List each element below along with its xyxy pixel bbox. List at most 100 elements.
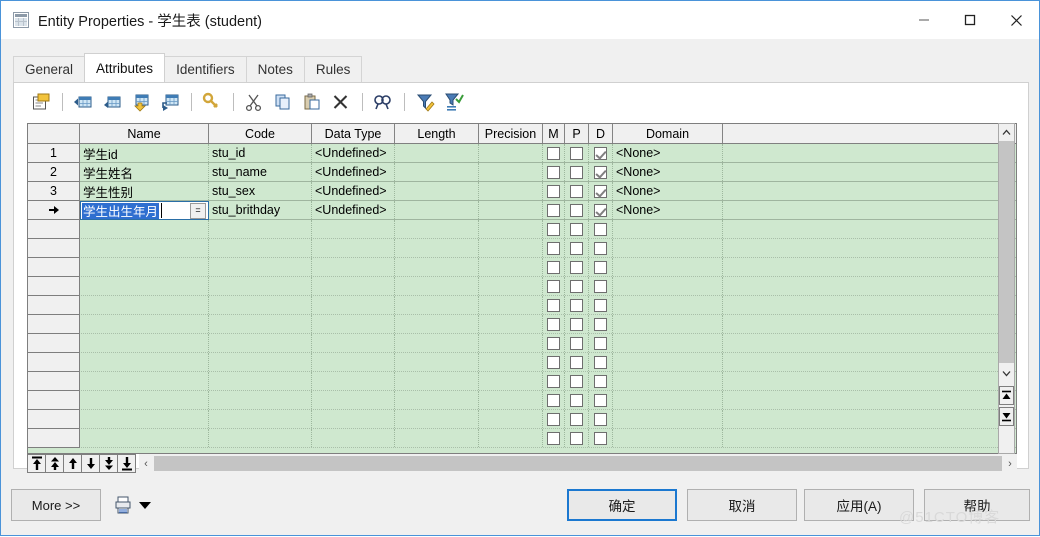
cell-name[interactable] (80, 220, 209, 238)
cell-name[interactable] (80, 258, 209, 276)
cell-datatype[interactable] (312, 429, 395, 447)
cell-precision[interactable] (479, 201, 543, 219)
cell-name[interactable]: 学生性别 (80, 182, 209, 200)
p-checkbox-cell[interactable] (565, 239, 589, 257)
cell-name[interactable] (80, 391, 209, 409)
cell-length[interactable] (395, 372, 479, 390)
checkbox-d[interactable] (594, 374, 607, 388)
cell-domain[interactable] (613, 429, 723, 447)
checkbox-d[interactable] (594, 165, 607, 179)
row-number[interactable] (28, 429, 80, 448)
d-checkbox-cell[interactable] (589, 144, 613, 162)
cell-name[interactable] (80, 277, 209, 295)
cell-name[interactable] (80, 372, 209, 390)
cell-spare[interactable] (723, 201, 1003, 219)
row-number[interactable] (28, 334, 80, 353)
checkbox-d[interactable] (594, 393, 607, 407)
checkbox-m[interactable] (547, 393, 560, 407)
d-checkbox-cell[interactable] (589, 239, 613, 257)
cell-code[interactable] (209, 258, 312, 276)
cell-name[interactable] (80, 410, 209, 428)
table-row[interactable]: 1 学生id stu_id <Undefined> <None> (28, 144, 1016, 163)
scroll-up-button[interactable] (999, 124, 1014, 141)
p-checkbox-cell[interactable] (565, 258, 589, 276)
m-checkbox-cell[interactable] (543, 429, 565, 447)
cell-domain[interactable] (613, 372, 723, 390)
hscroll-right-button[interactable]: › (1003, 455, 1017, 472)
cell-code[interactable] (209, 315, 312, 333)
cell-precision[interactable] (479, 277, 543, 295)
checkbox-d[interactable] (594, 298, 607, 312)
p-checkbox-cell[interactable] (565, 391, 589, 409)
checkbox-d[interactable] (594, 203, 607, 217)
column-header-p[interactable]: P (565, 124, 589, 143)
cell-datatype[interactable]: <Undefined> (312, 144, 395, 162)
p-checkbox-cell[interactable] (565, 315, 589, 333)
table-row-empty[interactable] (28, 372, 1016, 391)
checkbox-d[interactable] (594, 222, 607, 236)
p-checkbox-cell[interactable] (565, 201, 589, 219)
scroll-to-top-button[interactable] (999, 386, 1014, 405)
checkbox-d[interactable] (594, 336, 607, 350)
cell-code[interactable] (209, 220, 312, 238)
checkbox-p[interactable] (570, 355, 583, 369)
d-checkbox-cell[interactable] (589, 163, 613, 181)
checkbox-p[interactable] (570, 241, 583, 255)
cell-name[interactable]: 学生id (80, 144, 209, 162)
print-icon[interactable] (113, 495, 133, 515)
row-number[interactable] (28, 353, 80, 372)
cell-name[interactable] (80, 296, 209, 314)
checkbox-m[interactable] (547, 222, 560, 236)
horizontal-scroll-thumb[interactable] (154, 456, 1002, 471)
d-checkbox-cell[interactable] (589, 353, 613, 371)
copy-icon[interactable] (270, 89, 296, 115)
column-header-code[interactable]: Code (209, 124, 312, 143)
checkbox-p[interactable] (570, 165, 583, 179)
d-checkbox-cell[interactable] (589, 182, 613, 200)
cell-datatype[interactable] (312, 410, 395, 428)
checkbox-p[interactable] (570, 336, 583, 350)
table-row-empty[interactable] (28, 296, 1016, 315)
close-button[interactable] (993, 1, 1039, 39)
cell-code[interactable] (209, 334, 312, 352)
name-edit-ellipsis-button[interactable]: = (190, 202, 206, 219)
cell-datatype[interactable] (312, 372, 395, 390)
cell-domain[interactable] (613, 353, 723, 371)
table-row-empty[interactable] (28, 220, 1016, 239)
cancel-button[interactable]: 取消 (687, 489, 797, 521)
column-header-m[interactable]: M (543, 124, 565, 143)
checkbox-p[interactable] (570, 279, 583, 293)
d-checkbox-cell[interactable] (589, 296, 613, 314)
cell-name[interactable] (80, 334, 209, 352)
cell-domain[interactable] (613, 220, 723, 238)
cell-length[interactable] (395, 258, 479, 276)
checkbox-p[interactable] (570, 260, 583, 274)
delete-icon[interactable] (328, 89, 354, 115)
m-checkbox-cell[interactable] (543, 296, 565, 314)
m-checkbox-cell[interactable] (543, 353, 565, 371)
checkbox-m[interactable] (547, 203, 560, 217)
checkbox-p[interactable] (570, 184, 583, 198)
checkbox-p[interactable] (570, 317, 583, 331)
cell-domain[interactable] (613, 315, 723, 333)
add-attribute-icon[interactable] (128, 89, 154, 115)
cell-spare[interactable] (723, 372, 1003, 390)
find-icon[interactable] (370, 89, 396, 115)
cell-datatype[interactable] (312, 391, 395, 409)
cell-code[interactable] (209, 391, 312, 409)
move-down-fast-button[interactable] (99, 454, 118, 473)
checkbox-d[interactable] (594, 241, 607, 255)
p-checkbox-cell[interactable] (565, 372, 589, 390)
cell-datatype[interactable]: <Undefined> (312, 201, 395, 219)
dropdown-arrow-icon[interactable] (139, 502, 151, 509)
column-header-precision[interactable]: Precision (479, 124, 543, 143)
cut-icon[interactable] (241, 89, 267, 115)
apply-filter-icon[interactable] (441, 89, 467, 115)
cell-spare[interactable] (723, 144, 1003, 162)
cell-code[interactable] (209, 429, 312, 447)
cell-domain[interactable]: <None> (613, 182, 723, 200)
cell-length[interactable] (395, 296, 479, 314)
move-to-first-button[interactable] (27, 454, 46, 473)
cell-domain[interactable] (613, 239, 723, 257)
cell-datatype[interactable] (312, 353, 395, 371)
